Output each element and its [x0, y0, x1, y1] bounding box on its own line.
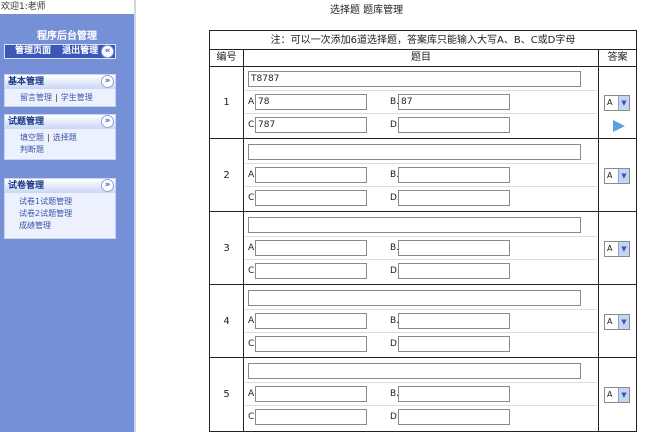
- option-d-input[interactable]: [398, 409, 510, 425]
- answer-select[interactable]: A ▼: [604, 314, 630, 330]
- answer-value: A: [607, 171, 613, 180]
- question-number: 3: [223, 243, 230, 254]
- page-title: 选择题 题库管理: [330, 5, 404, 16]
- sidebar-item-choice[interactable]: 选择题: [53, 133, 77, 142]
- menu-group-papers-title: 试卷管理: [8, 181, 45, 191]
- menu-group-questions-title: 试题管理: [8, 117, 45, 127]
- option-b-input[interactable]: [398, 313, 510, 329]
- menu-group-questions: 试题管理 » 填空题 | 选择题 判断题: [4, 114, 116, 160]
- separator: |: [55, 93, 58, 102]
- question-row-4: 4 A. B. C. D. A ▼: [210, 286, 636, 358]
- option-c-input[interactable]: [255, 190, 367, 206]
- option-a-input[interactable]: [255, 386, 367, 402]
- question-stem-input[interactable]: T8787: [248, 71, 581, 87]
- menu-group-basic-body: 留言管理 | 学生管理: [5, 89, 115, 106]
- dropdown-arrow-icon[interactable]: ▼: [618, 388, 629, 402]
- menu-group-papers-header[interactable]: 试卷管理 »: [5, 179, 115, 193]
- option-b-input[interactable]: [398, 386, 510, 402]
- option-a-input[interactable]: [255, 240, 367, 256]
- question-stem-input[interactable]: [248, 217, 581, 233]
- question-row-2: 2 A. B. C. D. A ▼: [210, 140, 636, 212]
- answer-select[interactable]: A ▼: [604, 95, 630, 111]
- sidebar-item-scores[interactable]: 成绩管理: [19, 221, 51, 230]
- answer-value: A: [607, 244, 613, 253]
- sidebar-item-fill-blank[interactable]: 填空题: [20, 133, 44, 142]
- double-chevron-down-icon[interactable]: »: [101, 179, 114, 192]
- menu-group-papers: 试卷管理 » 试卷1试题管理 试卷2试题管理 成绩管理: [4, 178, 116, 239]
- header-question: 题目: [411, 52, 431, 63]
- option-c-input[interactable]: 787: [255, 117, 367, 133]
- question-row-5: 5 A. B. C. D. A ▼: [210, 359, 636, 431]
- option-c-input[interactable]: [255, 409, 367, 425]
- question-stem-input[interactable]: [248, 144, 581, 160]
- question-stem-input[interactable]: [248, 363, 581, 379]
- menu-group-questions-body: 填空题 | 选择题 判断题: [5, 129, 115, 159]
- dropdown-arrow-icon[interactable]: ▼: [618, 242, 629, 256]
- question-area: A. B. C. D.: [245, 213, 597, 284]
- option-a-input[interactable]: [255, 313, 367, 329]
- main-divider: [134, 0, 136, 432]
- option-c-input[interactable]: [255, 263, 367, 279]
- double-chevron-down-icon[interactable]: »: [101, 75, 114, 88]
- option-b-input[interactable]: 87: [398, 94, 510, 110]
- note-row: 注：可以一次添加6道选择题，答案库只能输入大写A、B、C或D字母: [210, 31, 636, 50]
- question-area: A. B. C. D.: [245, 286, 597, 357]
- question-number: 1: [223, 97, 230, 108]
- menu-group-basic-title: 基本管理: [8, 77, 45, 87]
- menu-group-basic: 基本管理 » 留言管理 | 学生管理: [4, 74, 116, 107]
- separator: |: [47, 133, 50, 142]
- question-table: 注：可以一次添加6道选择题，答案库只能输入大写A、B、C或D字母 编号 题目 答…: [209, 30, 637, 432]
- question-number: 4: [223, 316, 230, 327]
- question-stem-input[interactable]: [248, 290, 581, 306]
- option-d-input[interactable]: [398, 336, 510, 352]
- question-area: T8787 A. 78 B. 87 C. 787 D.: [245, 67, 597, 138]
- option-c-input[interactable]: [255, 336, 367, 352]
- answer-select[interactable]: A ▼: [604, 168, 630, 184]
- dropdown-arrow-icon[interactable]: ▼: [618, 96, 629, 110]
- answer-value: A: [607, 317, 613, 326]
- option-a-input[interactable]: [255, 167, 367, 183]
- dropdown-arrow-icon[interactable]: ▼: [618, 169, 629, 183]
- sidebar: 欢迎1:老师 程序后台管理 管理页面 退出管理 « 基本管理 » 留言管理 | 学生…: [0, 0, 134, 432]
- dropdown-arrow-icon[interactable]: ▼: [618, 315, 629, 329]
- answer-select[interactable]: A ▼: [604, 387, 630, 403]
- admin-home-link[interactable]: 管理页面: [15, 46, 51, 56]
- sidebar-item-paper2[interactable]: 试卷2试题管理: [19, 209, 72, 218]
- sidebar-item-students[interactable]: 学生管理: [61, 93, 93, 102]
- question-area: A. B. C. D.: [245, 359, 597, 430]
- option-a-input[interactable]: 78: [255, 94, 367, 110]
- menu-group-basic-header[interactable]: 基本管理 »: [5, 75, 115, 89]
- question-number: 5: [223, 389, 230, 400]
- top-links-bar: 管理页面 退出管理 «: [4, 44, 116, 59]
- question-number: 2: [223, 170, 230, 181]
- answer-value: A: [607, 390, 613, 399]
- answer-value: A: [607, 98, 613, 107]
- header-number: 编号: [216, 52, 237, 63]
- header-row: 编号 题目 答案: [210, 50, 636, 67]
- double-chevron-down-icon[interactable]: »: [101, 115, 114, 128]
- option-d-input[interactable]: [398, 117, 510, 133]
- system-title: 程序后台管理: [37, 31, 97, 42]
- option-b-input[interactable]: [398, 240, 510, 256]
- sidebar-item-messages[interactable]: 留言管理: [20, 93, 52, 102]
- menu-group-questions-header[interactable]: 试题管理 »: [5, 115, 115, 129]
- double-chevron-left-icon[interactable]: «: [101, 45, 114, 58]
- answer-select[interactable]: A ▼: [604, 241, 630, 257]
- sidebar-item-paper1[interactable]: 试卷1试题管理: [19, 197, 72, 206]
- option-d-input[interactable]: [398, 190, 510, 206]
- pointer-arrow-icon: [613, 120, 625, 132]
- menu-group-papers-body: 试卷1试题管理 试卷2试题管理 成绩管理: [5, 193, 115, 238]
- sidebar-item-true-false[interactable]: 判断题: [20, 145, 44, 154]
- question-row-3: 3 A. B. C. D. A ▼: [210, 213, 636, 285]
- option-b-input[interactable]: [398, 167, 510, 183]
- question-row-1: 1 T8787 A. 78 B. 87 C. 787 D. A ▼: [210, 67, 636, 139]
- header-answer: 答案: [607, 52, 628, 63]
- question-area: A. B. C. D.: [245, 140, 597, 211]
- option-d-input[interactable]: [398, 263, 510, 279]
- logout-link[interactable]: 退出管理: [62, 46, 98, 56]
- welcome-text: 欢迎1:老师: [0, 0, 134, 14]
